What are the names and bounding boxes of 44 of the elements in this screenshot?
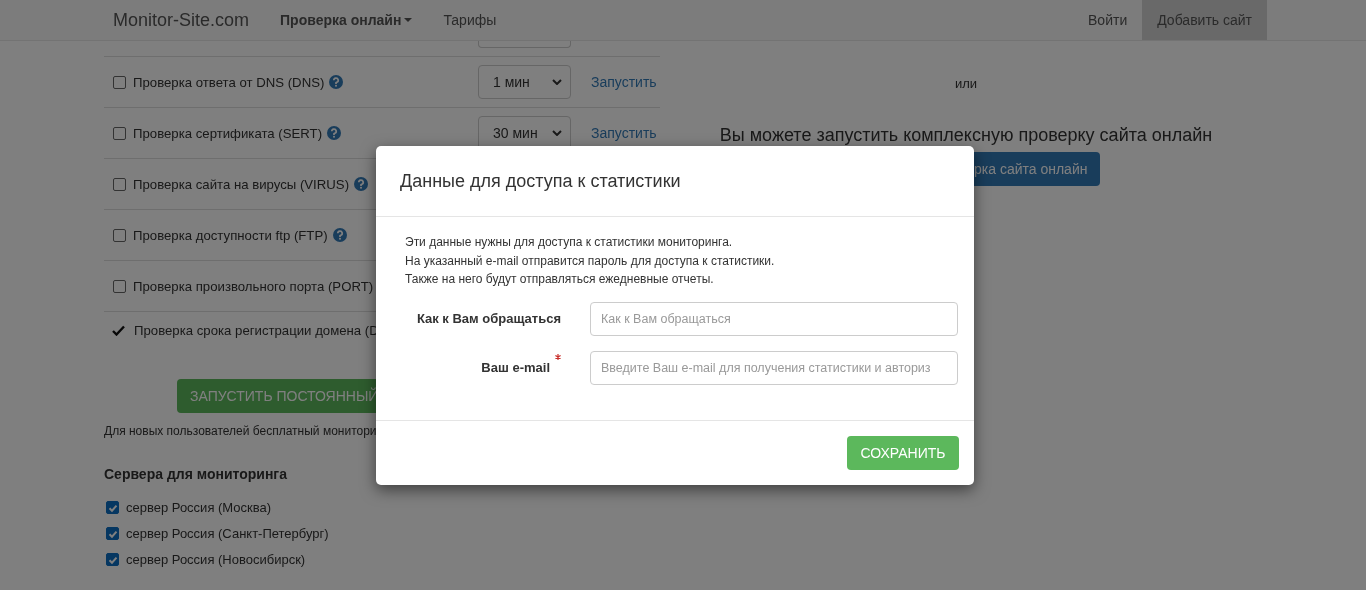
field-label: Ваш e-mail (481, 360, 550, 375)
run-link[interactable]: Запустить (591, 74, 660, 90)
check-icon (107, 528, 118, 539)
save-button[interactable]: СОХРАНИТЬ (847, 436, 959, 470)
check-label: Проверка доступности ftp (FTP) (133, 227, 328, 243)
info-text: Для новых пользователей бесплатный монитори (104, 424, 378, 438)
section-title: Сервера для мониторинга (104, 466, 288, 482)
checkbox[interactable] (113, 126, 126, 140)
run-link[interactable]: Запустить (591, 125, 660, 141)
checkbox[interactable] (106, 527, 119, 540)
check-icon (107, 554, 118, 565)
checkbox[interactable] (106, 501, 119, 514)
nav-link[interactable]: Тарифы (443, 12, 497, 28)
checkbox[interactable] (113, 228, 126, 242)
dialog-title: Данные для доступа к статистики (400, 170, 681, 192)
info-text: Эти данные нужны для доступа к статистики мониторинга. (405, 234, 734, 251)
site-logo[interactable]: Monitor-Site.com (113, 9, 250, 31)
check-label: Проверка сайта на вирусы (VIRUS) (133, 176, 350, 192)
info-text: На указанный e-mail отправится пароль для доступа к статистики. (405, 252, 776, 270)
chevron-icon (552, 79, 562, 85)
nav-link[interactable]: Проверка онлайн (280, 12, 413, 28)
nav-link[interactable]: Войти (1073, 0, 1143, 40)
input-field[interactable]: Введите Ваш e-mail для получения статистики и авториз (590, 350, 958, 385)
checkbox[interactable] (113, 177, 126, 191)
server-label: сервер Россия (Санкт-Петербург) (126, 526, 329, 541)
checkbox[interactable] (106, 553, 119, 566)
field-label: Как к Вам обращаться (416, 311, 561, 326)
heading: Вы можете запустить комплексную проверку сайта онлайн (719, 125, 1213, 146)
or-text: или (954, 76, 978, 91)
chevron-icon (552, 130, 562, 136)
server-label: сервер Россия (Москва) (126, 500, 272, 515)
check-icon (107, 502, 118, 513)
checkbox[interactable] (113, 75, 126, 89)
check-label: Проверка сертификата (SERT) (133, 125, 323, 141)
server-label: сервер Россия (Новосибирск) (126, 552, 306, 567)
nav-link[interactable]: Добавить сайт (1142, 0, 1267, 40)
check-icon (112, 324, 125, 336)
checkbox[interactable] (113, 279, 126, 293)
interval-select[interactable]: 1 мин (478, 65, 571, 99)
check-label: Проверка ответа от DNS (DNS) (133, 74, 325, 90)
check-site-button[interactable]: рка сайта онлайн (974, 152, 1101, 186)
check-label: Проверка произвольного порта (PORT) (133, 278, 374, 294)
input-field[interactable]: Как к Вам обращаться (590, 301, 958, 336)
info-text: Также на него будут отправляться ежедневные отчеты. (405, 271, 715, 288)
